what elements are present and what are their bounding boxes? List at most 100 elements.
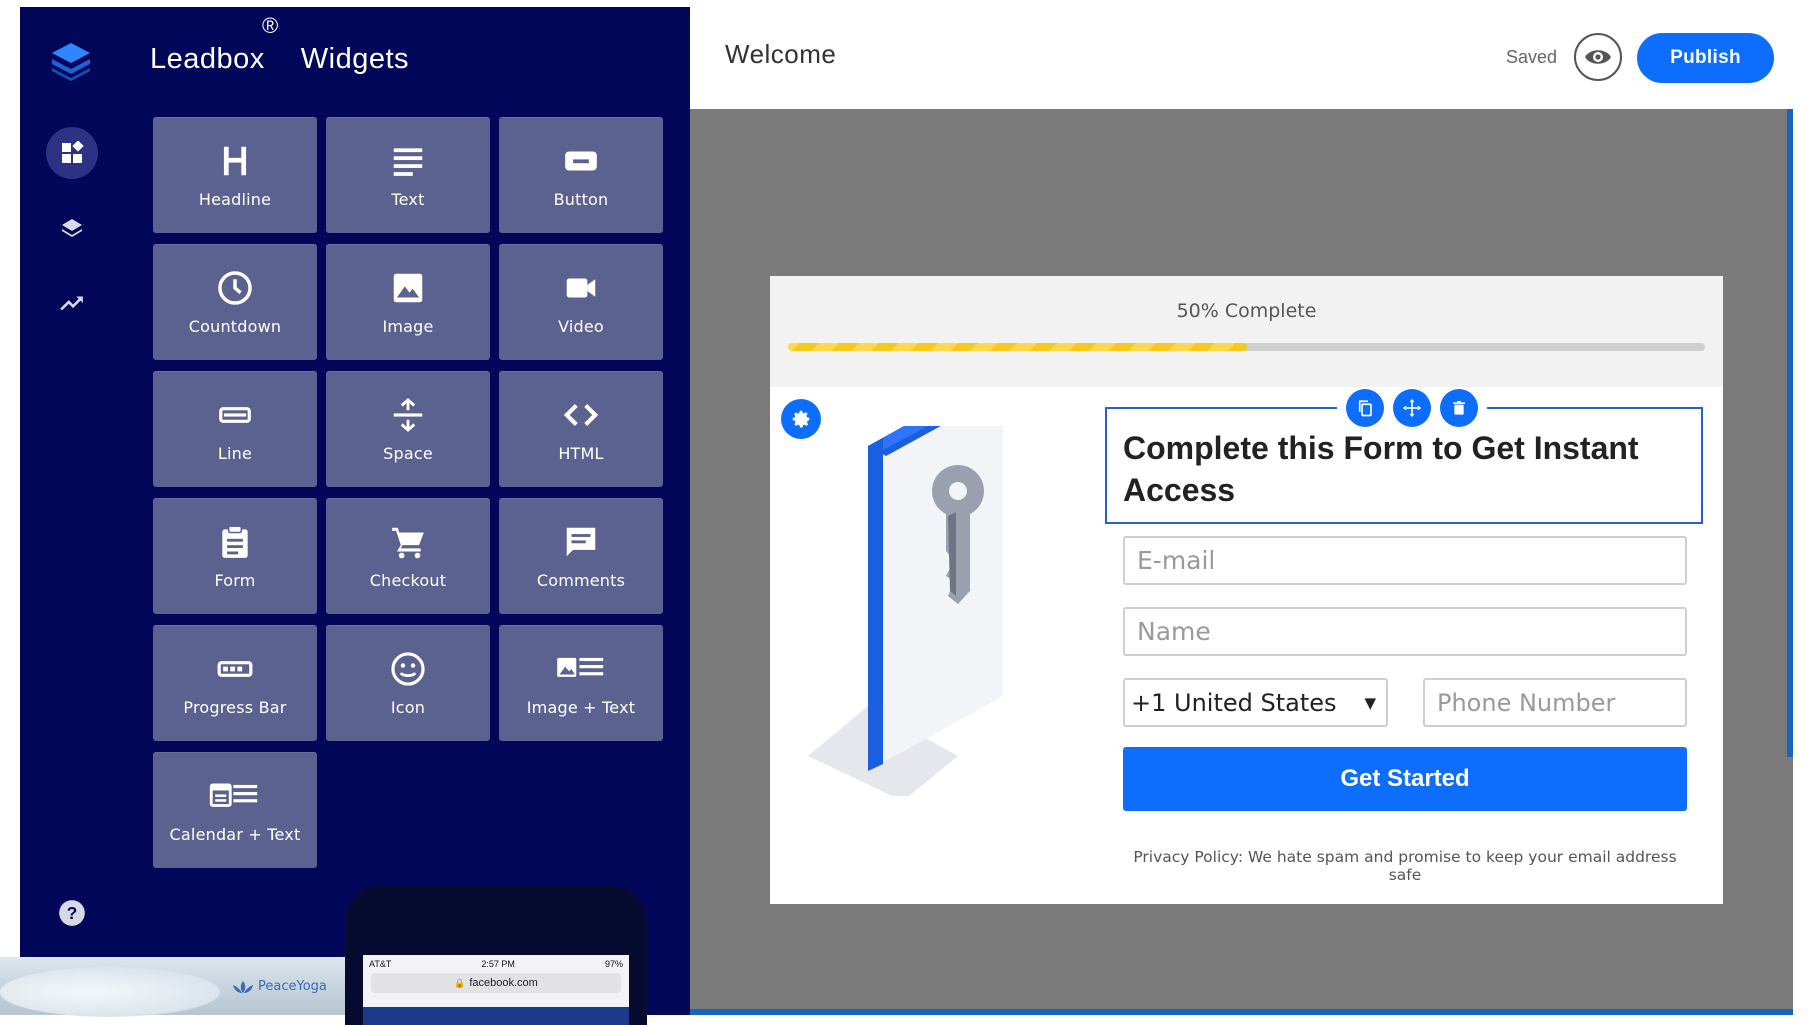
widget-tile-form[interactable]: Form [153,498,317,614]
lotus-icon [233,980,253,993]
name-placeholder: Name [1137,617,1211,646]
background-photo: PeaceYoga [0,957,345,1017]
calendar-text-icon [209,783,258,807]
help-icon[interactable]: ? [58,899,86,927]
clock-icon [218,271,252,305]
widget-tile-text[interactable]: Text [326,117,490,233]
editor-canvas: 50% Complete Complete this Form to Get I… [690,109,1793,1015]
widget-label: Text [391,190,425,209]
brand-word-leadbox: Leadbox [150,43,265,75]
dropdown-arrow-icon: ▼ [1364,694,1376,712]
phone-carrier: AT&T [369,959,392,969]
widget-label: Video [558,317,604,336]
widget-label: Headline [198,190,272,209]
eye-icon [1585,50,1611,64]
video-icon [566,278,596,298]
comment-icon [566,527,596,557]
phone-url: facebook.com [469,977,538,989]
widget-tile-headline[interactable]: Headline [153,117,317,233]
move-icon [1402,398,1422,418]
peaceyoga-logo: PeaceYoga [232,979,327,994]
peaceyoga-text: PeaceYoga [258,979,327,994]
email-field[interactable]: E-mail [1123,536,1687,585]
rail-analytics-button[interactable] [46,277,98,329]
move-button[interactable] [1393,389,1431,427]
widget-tile-line[interactable]: Line [153,371,317,487]
privacy-note: Privacy Policy: We hate spam and promise… [1133,848,1677,884]
name-field[interactable]: Name [1123,607,1687,656]
progress-section[interactable]: 50% Complete [770,276,1723,387]
progress-bar-icon [217,661,253,677]
widget-tile-image[interactable]: Image [326,244,490,360]
phone-status-bar: AT&T 2:57 PM 97% [369,959,623,969]
widget-label: Button [553,190,609,209]
widget-tile-comments[interactable]: Comments [499,498,663,614]
widget-tile-progress-bar[interactable]: Progress Bar [153,625,317,741]
layers-icon [62,219,82,237]
phone-battery: 97% [604,959,623,969]
widget-label: Comments [536,571,626,590]
widget-tile-html[interactable]: HTML [499,371,663,487]
country-code-select[interactable]: +1 United States ▼ [1123,678,1388,727]
leadbox-card: 50% Complete Complete this Form to Get I… [770,276,1723,904]
headline-block[interactable]: Complete this Form to Get Instant Access [1105,389,1703,524]
widget-tile-space[interactable]: Space [326,371,490,487]
phone-page-header [363,1007,629,1025]
key-door-illustration [808,426,1003,796]
smiley-icon [391,652,425,686]
rail-layers-button[interactable] [46,202,98,254]
trending-up-icon [60,296,83,311]
widget-tile-countdown[interactable]: Countdown [153,244,317,360]
widget-label: Image + Text [526,698,636,717]
text-icon [393,148,423,176]
widget-label: Checkout [369,571,447,590]
widget-label: Calendar + Text [169,825,301,844]
image-text-icon [557,657,604,677]
widget-sidebar: Leadbox ® Widgets Headline Text Button Cou… [20,7,690,1015]
brand-word-widgets: Widgets [300,43,410,75]
widget-label: Space [383,444,433,463]
space-icon [393,398,423,432]
cart-icon [392,527,424,559]
registered-mark: ® [262,13,279,38]
widget-tile-checkout[interactable]: Checkout [326,498,490,614]
form-icon [222,525,248,558]
button-icon [565,151,597,171]
code-icon [563,404,599,426]
logo-icon[interactable] [48,37,94,83]
get-started-button[interactable]: Get Started [1123,747,1687,811]
widget-label: HTML [558,444,604,463]
copy-icon [1358,400,1372,417]
progress-text: 50% Complete [1176,300,1317,322]
line-icon [219,407,251,423]
widget-label: Progress Bar [183,698,287,717]
lock-icon: 🔒 [454,977,466,988]
page-title[interactable]: Welcome [725,39,836,70]
widget-tile-image-text[interactable]: Image + Text [499,625,663,741]
form-headline[interactable]: Complete this Form to Get Instant Access [1123,427,1683,511]
canvas-bottom-edge [690,1009,1793,1015]
widget-tile-button[interactable]: Button [499,117,663,233]
duplicate-button[interactable] [1346,389,1384,427]
headline-icon [223,146,247,176]
rail-widgets-button[interactable] [46,127,98,179]
svg-text:?: ? [67,903,78,923]
widget-label: Countdown [188,317,282,336]
widget-label: Line [217,444,253,463]
widget-tile-video[interactable]: Video [499,244,663,360]
widget-label: Form [214,571,256,590]
preview-button[interactable] [1574,33,1622,81]
progress-fill [788,343,1247,351]
progress-track [788,343,1705,351]
phone-field[interactable]: Phone Number [1423,678,1687,727]
canvas-scroll-edge [1787,109,1793,757]
phone-mockup: AT&T 2:57 PM 97% 🔒 facebook.com [345,885,647,1025]
editor-header: Welcome Saved Publish [690,7,1793,110]
trash-icon [1453,401,1465,415]
publish-button[interactable]: Publish [1637,33,1774,83]
widget-label: Image [382,317,434,336]
delete-button[interactable] [1440,389,1478,427]
widget-tile-calendar-text[interactable]: Calendar + Text [153,752,317,868]
app-brand: Leadbox ® Widgets [150,13,410,76]
widget-tile-icon[interactable]: Icon [326,625,490,741]
